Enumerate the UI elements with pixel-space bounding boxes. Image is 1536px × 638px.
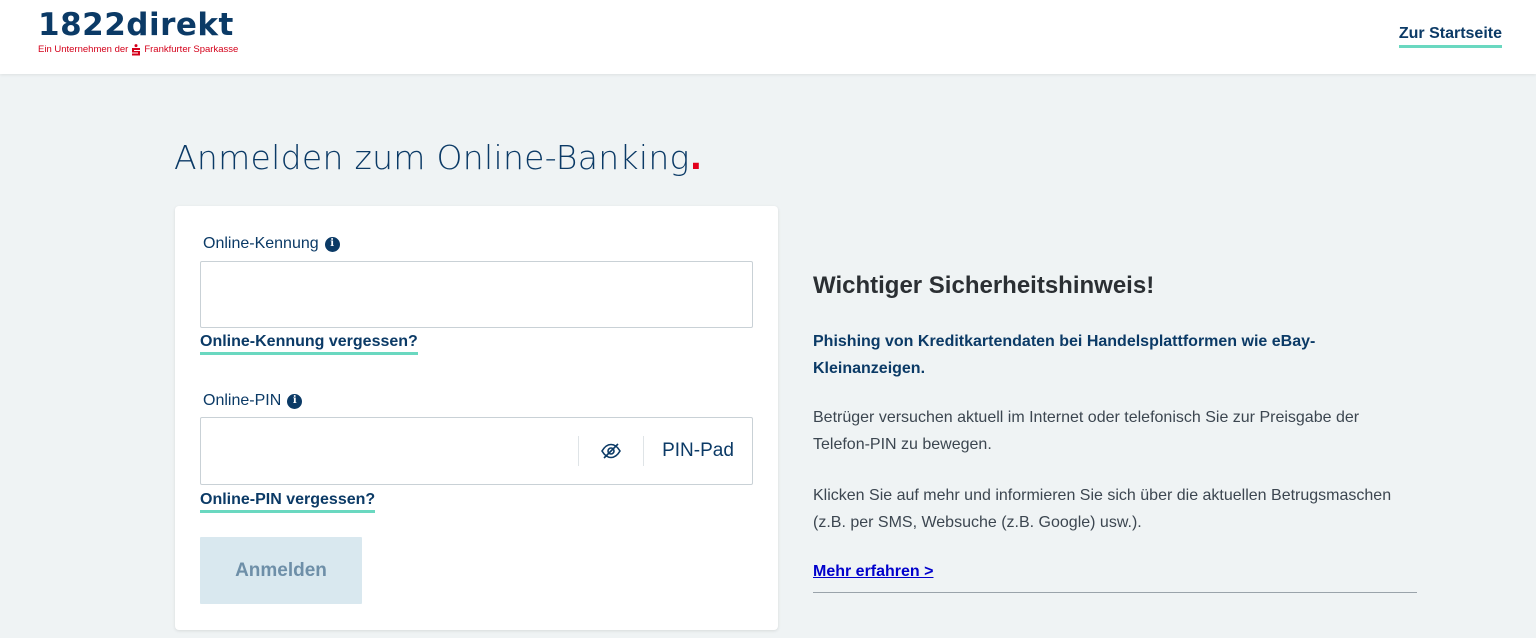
security-notice: Wichtiger Sicherheitshinweis! Phishing v… [813, 270, 1417, 593]
notice-subtitle: Phishing von Kreditkartendaten bei Hande… [813, 333, 1316, 377]
online-pin-label: Online-PIN i [203, 391, 303, 411]
page-title: Anmelden zum Online-Banking. [174, 138, 703, 177]
online-kennung-input[interactable] [201, 262, 752, 327]
toggle-pin-visibility-button[interactable] [579, 418, 643, 484]
online-pin-label-text: Online-PIN [203, 392, 282, 409]
home-link[interactable]: Zur Startseite [1398, 24, 1502, 48]
online-kennung-field-box [200, 261, 753, 328]
sparkasse-s-icon [131, 44, 141, 56]
logo-sub-prefix: Ein Unternehmen der [38, 44, 129, 55]
eye-slash-icon [601, 443, 621, 459]
info-icon[interactable]: i [324, 236, 340, 252]
info-icon[interactable]: i [287, 393, 303, 409]
page-title-dot: . [689, 138, 703, 177]
online-kennung-forgot-link[interactable]: Online-Kennung vergessen? [200, 332, 418, 355]
online-kennung-label: Online-Kennung i [203, 234, 340, 254]
logo[interactable]: 1822direkt Ein Unternehmen der Frankfurt… [38, 8, 238, 56]
login-card: Online-Kennung i Online-Kennung vergesse… [175, 206, 778, 630]
anmelden-button[interactable]: Anmelden [200, 537, 362, 604]
notice-paragraph-1: Betrüger versuchen aktuell im Internet o… [813, 409, 1360, 453]
online-pin-forgot-link[interactable]: Online-PIN vergessen? [200, 490, 376, 513]
notice-paragraph-2: Klicken Sie auf mehr und informieren Sie… [813, 487, 1392, 531]
logo-subline: Ein Unternehmen der Frankfurter Sparkass… [38, 44, 238, 56]
logo-text: 1822direkt [38, 7, 234, 43]
pin-pad-button[interactable]: PIN-Pad [644, 418, 752, 484]
page-title-text: Anmelden zum Online-Banking [174, 138, 690, 177]
notice-title: Wichtiger Sicherheitshinweis! [813, 272, 1155, 299]
logo-sub-suffix: Frankfurter Sparkasse [144, 44, 239, 55]
online-pin-input[interactable] [201, 418, 578, 484]
header: 1822direkt Ein Unternehmen der Frankfurt… [0, 0, 1536, 74]
online-pin-field-box: PIN-Pad [200, 417, 753, 485]
online-kennung-label-text: Online-Kennung [203, 235, 319, 252]
notice-divider [813, 592, 1417, 593]
more-info-link[interactable]: Mehr erfahren > [813, 562, 933, 582]
